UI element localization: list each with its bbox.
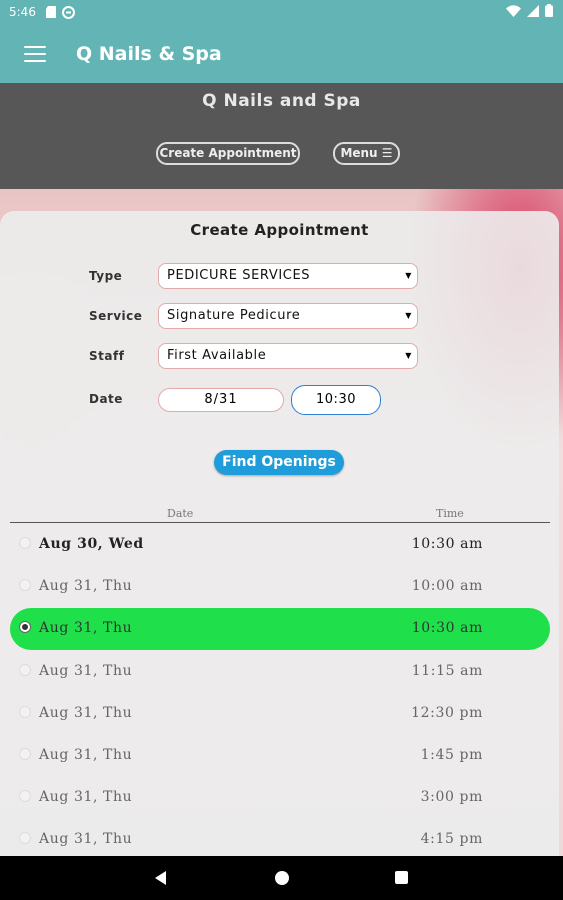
battery-icon [545, 4, 553, 17]
system-nav-bar [0, 856, 563, 900]
opening-date: Aug 31, Thu [39, 620, 133, 636]
opening-row[interactable]: Aug 31, Thu 1:45 pm [10, 735, 550, 777]
table-divider [10, 522, 550, 523]
opening-time: 10:30 am [411, 536, 483, 552]
date-label: Date [89, 392, 123, 406]
opening-time: 12:30 pm [411, 705, 483, 721]
radio-button-selected[interactable] [19, 621, 31, 633]
dropdown-caret-icon: ▼ [405, 271, 412, 280]
app-title: Q Nails & Spa [76, 42, 222, 65]
opening-date: Aug 31, Thu [39, 663, 133, 679]
web-header: Q Nails and Spa Create Appointment Menu … [0, 83, 563, 189]
opening-time: 10:30 am [411, 620, 483, 636]
opening-date: Aug 31, Thu [39, 747, 133, 763]
radio-button[interactable] [19, 706, 31, 718]
opening-time: 1:45 pm [420, 747, 483, 763]
opening-row[interactable]: Aug 31, Thu 10:00 am [10, 566, 550, 608]
form-title: Create Appointment [190, 221, 369, 239]
date-input[interactable]: 8/31 [158, 388, 284, 412]
date-column-header: Date [167, 507, 194, 520]
opening-time: 4:15 pm [420, 831, 483, 847]
opening-time: 3:00 pm [420, 789, 483, 805]
time-column-header: Time [436, 507, 464, 520]
sd-card-icon [45, 6, 56, 18]
web-title: Q Nails and Spa [202, 91, 361, 111]
home-icon[interactable] [275, 871, 289, 885]
opening-row[interactable]: Aug 30, Wed 10:30 am [10, 524, 550, 566]
find-openings-button[interactable]: Find Openings [214, 450, 344, 475]
opening-date: Aug 31, Thu [39, 831, 133, 847]
status-time: 5:46 [9, 5, 36, 19]
opening-row-selected[interactable]: Aug 31, Thu 10:30 am [10, 608, 550, 650]
opening-row[interactable]: Aug 31, Thu 4:15 pm [10, 819, 550, 861]
radio-button[interactable] [19, 790, 31, 802]
appointment-card: Create Appointment Type PEDICURE SERVICE… [0, 211, 559, 856]
radio-button[interactable] [19, 537, 31, 549]
opening-date: Aug 31, Thu [39, 789, 133, 805]
wifi-icon [506, 4, 521, 17]
opening-date: Aug 31, Thu [39, 578, 133, 594]
menu-icon[interactable] [24, 45, 46, 62]
type-select[interactable]: PEDICURE SERVICES ▼ [158, 263, 418, 289]
opening-date: Aug 31, Thu [39, 705, 133, 721]
sync-icon [61, 5, 75, 19]
opening-row[interactable]: Aug 31, Thu 12:30 pm [10, 693, 550, 735]
back-icon[interactable] [155, 871, 166, 885]
service-select[interactable]: Signature Pedicure ▼ [158, 303, 418, 329]
staff-select-value: First Available [167, 348, 267, 363]
radio-button[interactable] [19, 832, 31, 844]
radio-button[interactable] [19, 579, 31, 591]
type-label: Type [89, 269, 123, 283]
recent-apps-icon[interactable] [395, 871, 408, 884]
opening-time: 11:15 am [411, 663, 483, 679]
staff-label: Staff [89, 349, 125, 363]
web-menu-button[interactable]: Menu ☰ [333, 142, 400, 165]
dropdown-caret-icon: ▼ [405, 311, 412, 320]
dropdown-caret-icon: ▼ [405, 351, 412, 360]
create-appointment-button[interactable]: Create Appointment [156, 142, 300, 165]
service-label: Service [89, 309, 143, 323]
type-select-value: PEDICURE SERVICES [167, 268, 311, 283]
radio-button[interactable] [19, 748, 31, 760]
staff-select[interactable]: First Available ▼ [158, 343, 418, 369]
app-bar: Q Nails & Spa [0, 24, 563, 83]
opening-row[interactable]: Aug 31, Thu 11:15 am [10, 651, 550, 693]
time-input[interactable]: 10:30 [291, 385, 381, 415]
opening-row[interactable]: Aug 31, Thu 3:00 pm [10, 777, 550, 819]
opening-date: Aug 30, Wed [39, 536, 144, 552]
radio-button[interactable] [19, 664, 31, 676]
status-bar: 5:46 [0, 0, 563, 24]
signal-icon [527, 4, 539, 17]
opening-time: 10:00 am [411, 578, 483, 594]
service-select-value: Signature Pedicure [167, 308, 301, 323]
